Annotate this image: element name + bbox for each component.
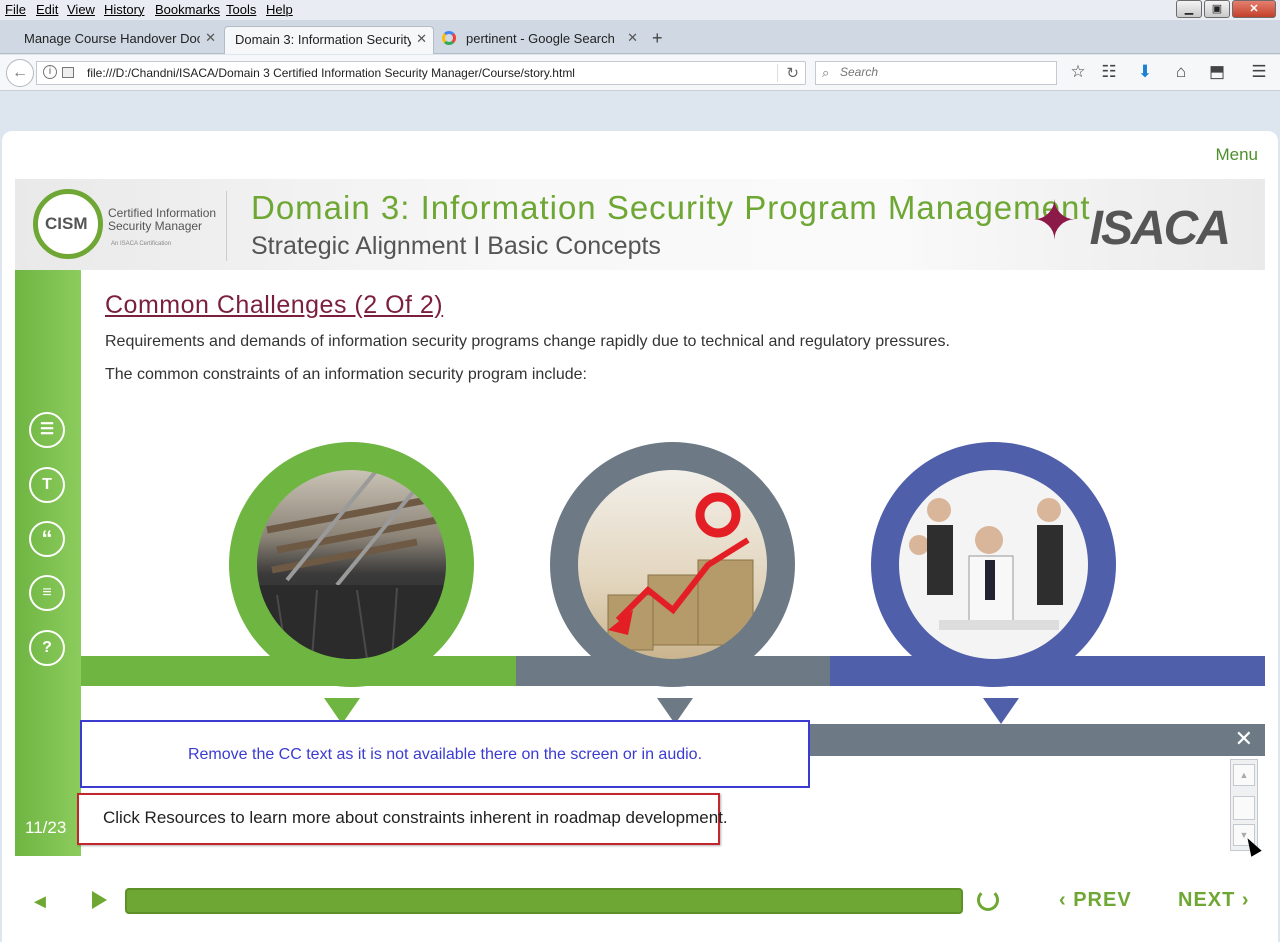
scroll-up-icon[interactable]: ▲ bbox=[1233, 764, 1255, 786]
tab-strip: Manage Course Handover Docum ✕ Domain 3:… bbox=[0, 20, 1280, 54]
next-button[interactable]: NEXT › bbox=[1178, 889, 1250, 912]
slide-counter: 11/23 bbox=[25, 818, 67, 837]
scroll-thumb[interactable] bbox=[1233, 796, 1255, 820]
tab-title: Manage Course Handover Docum bbox=[24, 31, 200, 46]
course-subtitle: Strategic Alignment I Basic Concepts bbox=[251, 232, 661, 260]
tab-close-icon[interactable]: ✕ bbox=[205, 30, 216, 46]
home-icon[interactable]: ⌂ bbox=[1170, 61, 1192, 83]
coins-graph-image bbox=[578, 470, 767, 659]
banner-divider bbox=[226, 191, 227, 261]
cism-logo-caption: Certified Information Security Manager bbox=[108, 207, 216, 233]
maximize-icon[interactable]: ▣ bbox=[1204, 0, 1230, 18]
menu-history[interactable]: History bbox=[104, 2, 144, 17]
constraint-circle-2[interactable] bbox=[550, 442, 795, 687]
search-icon: ⌕ bbox=[822, 65, 830, 80]
progress-bar[interactable] bbox=[125, 888, 963, 914]
tab-google-search[interactable]: pertinent - Google Search ✕ bbox=[440, 26, 644, 54]
replay-icon[interactable] bbox=[977, 889, 999, 911]
review-comment-box: Remove the CC text as it is not availabl… bbox=[80, 720, 810, 788]
navigation-bar: ← i file:///D:/Chandni/ISACA/Domain 3 Ce… bbox=[0, 55, 1280, 91]
tab-close-icon[interactable]: ✕ bbox=[416, 31, 427, 47]
back-icon[interactable]: ← bbox=[6, 59, 34, 87]
left-rail: ☰ T “ ≡ ? 11/23 bbox=[15, 270, 81, 856]
tab-title: Domain 3: Information Security P bbox=[235, 32, 411, 47]
prev-button[interactable]: ‹ PREV bbox=[1059, 889, 1132, 912]
caption-text: Click Resources to learn more about cons… bbox=[103, 808, 728, 827]
reading-list-icon[interactable]: ☷ bbox=[1098, 61, 1120, 83]
team-image bbox=[899, 470, 1088, 659]
arrow-down-icon bbox=[983, 698, 1019, 724]
cism-logo-text: CISM bbox=[45, 214, 88, 233]
isaca-star-icon: ✦ bbox=[1031, 191, 1077, 251]
next-label: NEXT bbox=[1178, 889, 1236, 911]
menu-bar: File Edit View History Bookmarks Tools H… bbox=[0, 0, 1280, 20]
caption-box: Click Resources to learn more about cons… bbox=[77, 793, 728, 845]
tab-domain-3[interactable]: Domain 3: Information Security P ✕ bbox=[224, 26, 434, 54]
cc-close-icon[interactable]: ✕ bbox=[1235, 726, 1253, 752]
page-icon bbox=[62, 67, 74, 78]
search-input[interactable] bbox=[840, 65, 1040, 79]
glossary-quote-icon[interactable]: “ bbox=[29, 521, 65, 557]
slide-paragraph-2: The common constraints of an information… bbox=[105, 366, 587, 383]
team-illustration bbox=[909, 498, 1063, 630]
mouse-cursor-icon bbox=[1242, 835, 1262, 857]
course-title: Domain 3: Information Security Program M… bbox=[251, 189, 1091, 226]
railway-illustration bbox=[257, 470, 446, 659]
playback-controls: ◄ ‹ PREV NEXT › bbox=[2, 879, 1278, 929]
menu-help[interactable]: Help bbox=[266, 2, 293, 17]
railway-image bbox=[257, 470, 446, 659]
constraint-circle-1[interactable] bbox=[229, 442, 474, 687]
url-bar[interactable]: i file:///D:/Chandni/ISACA/Domain 3 Cert… bbox=[36, 61, 806, 85]
new-tab-icon[interactable]: + bbox=[652, 28, 663, 49]
cism-logo: CISM Certified Information Security Mana… bbox=[33, 189, 233, 259]
menu-tools[interactable]: Tools bbox=[226, 2, 256, 17]
hamburger-menu-icon[interactable]: ☰ bbox=[1248, 61, 1270, 83]
menu-file[interactable]: File bbox=[5, 2, 26, 17]
cism-logo-line2: Security Manager bbox=[108, 219, 203, 233]
menu-edit[interactable]: Edit bbox=[36, 2, 58, 17]
tab-manage-course[interactable]: Manage Course Handover Docum ✕ bbox=[4, 26, 222, 54]
transcript-icon[interactable]: T bbox=[29, 467, 65, 503]
review-comment-text: Remove the CC text as it is not availabl… bbox=[187, 746, 703, 763]
play-icon[interactable] bbox=[92, 891, 107, 909]
slide-heading: Common Challenges (2 Of 2) bbox=[105, 291, 444, 319]
search-bar[interactable]: ⌕ bbox=[815, 61, 1057, 85]
tab-title: pertinent - Google Search bbox=[466, 31, 615, 46]
constraint-circle-3[interactable] bbox=[871, 442, 1116, 687]
info-icon[interactable]: i bbox=[43, 65, 57, 79]
course-player: Menu CISM Certified Information Security… bbox=[2, 131, 1278, 942]
help-icon[interactable]: ? bbox=[29, 630, 65, 666]
isaca-logo: ISACA bbox=[1089, 202, 1231, 255]
player-menu-link[interactable]: Menu bbox=[1215, 145, 1258, 165]
menu-view[interactable]: View bbox=[67, 2, 95, 17]
window-controls: ▁ ▣ ✕ bbox=[1176, 0, 1276, 18]
tab-close-icon[interactable]: ✕ bbox=[627, 30, 638, 46]
google-icon bbox=[442, 31, 456, 45]
menu-bookmarks[interactable]: Bookmarks bbox=[155, 2, 220, 17]
reload-icon[interactable]: ↻ bbox=[777, 64, 799, 82]
download-icon[interactable]: ⬇ bbox=[1134, 61, 1156, 83]
cism-ring: CISM bbox=[33, 189, 103, 259]
bookmark-star-icon[interactable]: ☆ bbox=[1067, 61, 1089, 83]
layers-icon[interactable]: ≡ bbox=[29, 575, 65, 611]
resources-icon[interactable]: ☰ bbox=[29, 412, 65, 448]
page-background bbox=[0, 91, 1280, 131]
cism-logo-sub: An ISACA Certification bbox=[111, 241, 172, 247]
minimize-icon[interactable]: ▁ bbox=[1176, 0, 1202, 18]
coins-graph-illustration bbox=[607, 492, 754, 651]
slide-paragraph-1: Requirements and demands of information … bbox=[105, 333, 950, 350]
course-banner: CISM Certified Information Security Mana… bbox=[15, 179, 1265, 270]
prev-label: PREV bbox=[1073, 889, 1132, 911]
pocket-icon[interactable]: ⬒ bbox=[1206, 61, 1228, 83]
url-text[interactable]: file:///D:/Chandni/ISACA/Domain 3 Certif… bbox=[87, 66, 575, 80]
volume-icon[interactable]: ◄ bbox=[30, 891, 50, 914]
close-window-icon[interactable]: ✕ bbox=[1232, 0, 1276, 18]
